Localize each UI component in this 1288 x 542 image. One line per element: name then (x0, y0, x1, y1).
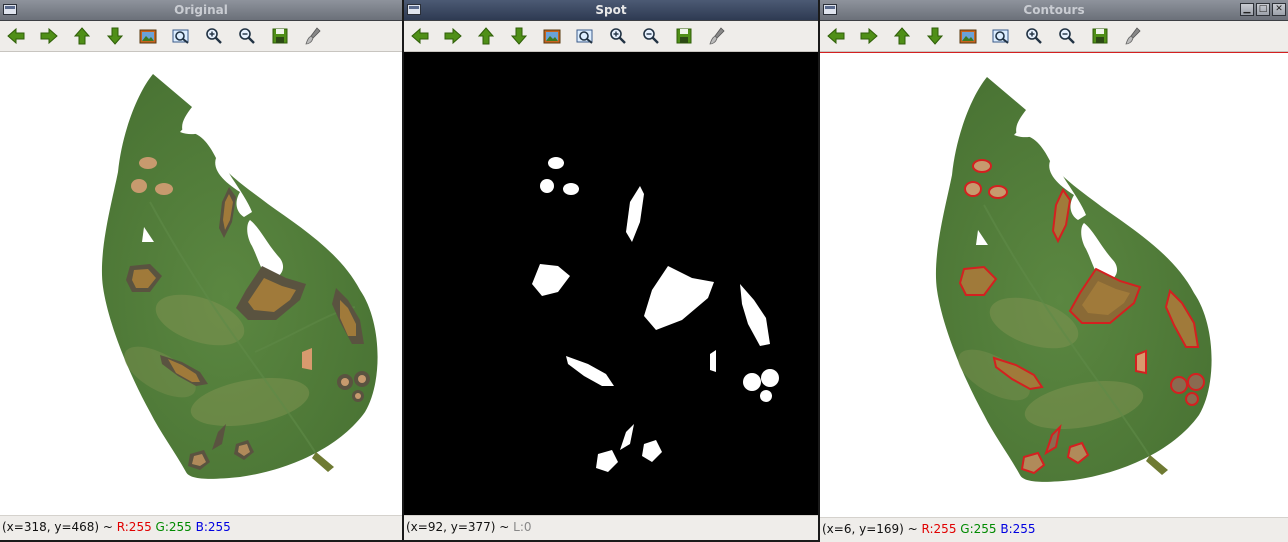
save-icon (272, 28, 288, 44)
zoom-out-icon (239, 28, 255, 44)
status-coords: (x=92, y=377) ~ (406, 520, 514, 534)
status-bar: (x=318, y=468) ~ R:255 G:255 B:255 (0, 515, 402, 540)
arrow-right-icon (860, 27, 878, 45)
titlebar[interactable]: Contours ▁ □ ✕ (820, 0, 1288, 21)
arrow-up-button[interactable] (891, 25, 913, 47)
status-red: R:255 (921, 522, 957, 536)
arrow-right-icon (444, 27, 462, 45)
arrow-down-button[interactable] (924, 25, 946, 47)
zoom-out-button[interactable] (640, 25, 662, 47)
arrow-up-icon (477, 27, 495, 45)
status-blue: B:255 (1000, 522, 1036, 536)
status-green: G:255 (155, 520, 192, 534)
image-canvas[interactable] (404, 52, 818, 516)
status-red: R:255 (116, 520, 152, 534)
zoom-fit-button[interactable] (170, 25, 192, 47)
image-icon (139, 29, 157, 44)
zoom-out-button[interactable] (1056, 25, 1078, 47)
zoom-out-icon (643, 28, 659, 44)
save-icon (676, 28, 692, 44)
arrow-right-button[interactable] (38, 25, 60, 47)
status-blue: B:255 (195, 520, 231, 534)
arrow-up-button[interactable] (71, 25, 93, 47)
brush-button[interactable] (1122, 25, 1144, 47)
brush-icon (709, 27, 725, 45)
window-title: Spot (595, 3, 627, 17)
zoom-in-icon (1026, 28, 1042, 44)
arrow-left-button[interactable] (825, 25, 847, 47)
status-bar: (x=92, y=377) ~ L:0 (404, 515, 818, 540)
image-button[interactable] (541, 25, 563, 47)
titlebar[interactable]: Original (0, 0, 402, 21)
minimize-button[interactable]: ▁ (1240, 3, 1254, 16)
arrow-up-icon (893, 27, 911, 45)
zoom-fit-button[interactable] (574, 25, 596, 47)
zoom-fit-icon (576, 29, 593, 44)
window-contours: Contours ▁ □ ✕ (x=6, y=169) ~ R:255 G:25… (820, 0, 1288, 542)
toolbar (404, 21, 818, 52)
arrow-left-button[interactable] (409, 25, 431, 47)
save-icon (1092, 28, 1108, 44)
window-original: Original (x=318, y=468) ~ R:255 G:255 B:… (0, 0, 402, 540)
image-icon (959, 29, 977, 44)
close-button[interactable]: ✕ (1272, 3, 1286, 16)
zoom-in-button[interactable] (203, 25, 225, 47)
arrow-right-button[interactable] (442, 25, 464, 47)
brush-icon (1125, 27, 1141, 45)
brush-icon (305, 27, 321, 45)
status-coords: (x=6, y=169) ~ (822, 522, 922, 536)
zoom-in-icon (206, 28, 222, 44)
arrow-down-button[interactable] (508, 25, 530, 47)
arrow-up-button[interactable] (475, 25, 497, 47)
arrow-down-icon (106, 27, 124, 45)
save-button[interactable] (673, 25, 695, 47)
save-button[interactable] (269, 25, 291, 47)
zoom-out-icon (1059, 28, 1075, 44)
zoom-in-button[interactable] (1023, 25, 1045, 47)
arrow-down-icon (926, 27, 944, 45)
image-canvas[interactable] (820, 52, 1288, 518)
status-bar: (x=6, y=169) ~ R:255 G:255 B:255 (820, 517, 1288, 542)
status-luminance: L:0 (513, 520, 532, 534)
brush-button[interactable] (302, 25, 324, 47)
arrow-up-icon (73, 27, 91, 45)
save-button[interactable] (1089, 25, 1111, 47)
zoom-out-button[interactable] (236, 25, 258, 47)
image-canvas[interactable] (0, 52, 402, 516)
toolbar (820, 21, 1288, 52)
status-coords: (x=318, y=468) ~ (2, 520, 117, 534)
arrow-down-icon (510, 27, 528, 45)
status-green: G:255 (960, 522, 997, 536)
arrow-left-icon (7, 27, 25, 45)
image-button[interactable] (137, 25, 159, 47)
window-spot: Spot (x=92, y=377) ~ L:0 (404, 0, 818, 540)
image-icon (543, 29, 561, 44)
window-title: Contours (1023, 3, 1085, 17)
zoom-in-icon (610, 28, 626, 44)
zoom-in-button[interactable] (607, 25, 629, 47)
arrow-down-button[interactable] (104, 25, 126, 47)
arrow-left-icon (411, 27, 429, 45)
zoom-fit-button[interactable] (990, 25, 1012, 47)
binary-spots (532, 157, 779, 472)
brush-button[interactable] (706, 25, 728, 47)
window-title: Original (174, 3, 228, 17)
zoom-fit-icon (172, 29, 189, 44)
maximize-button[interactable]: □ (1256, 3, 1270, 16)
titlebar[interactable]: Spot (404, 0, 818, 21)
toolbar (0, 21, 402, 52)
arrow-right-button[interactable] (858, 25, 880, 47)
arrow-right-icon (40, 27, 58, 45)
zoom-fit-icon (992, 29, 1009, 44)
arrow-left-icon (827, 27, 845, 45)
arrow-left-button[interactable] (5, 25, 27, 47)
image-button[interactable] (957, 25, 979, 47)
